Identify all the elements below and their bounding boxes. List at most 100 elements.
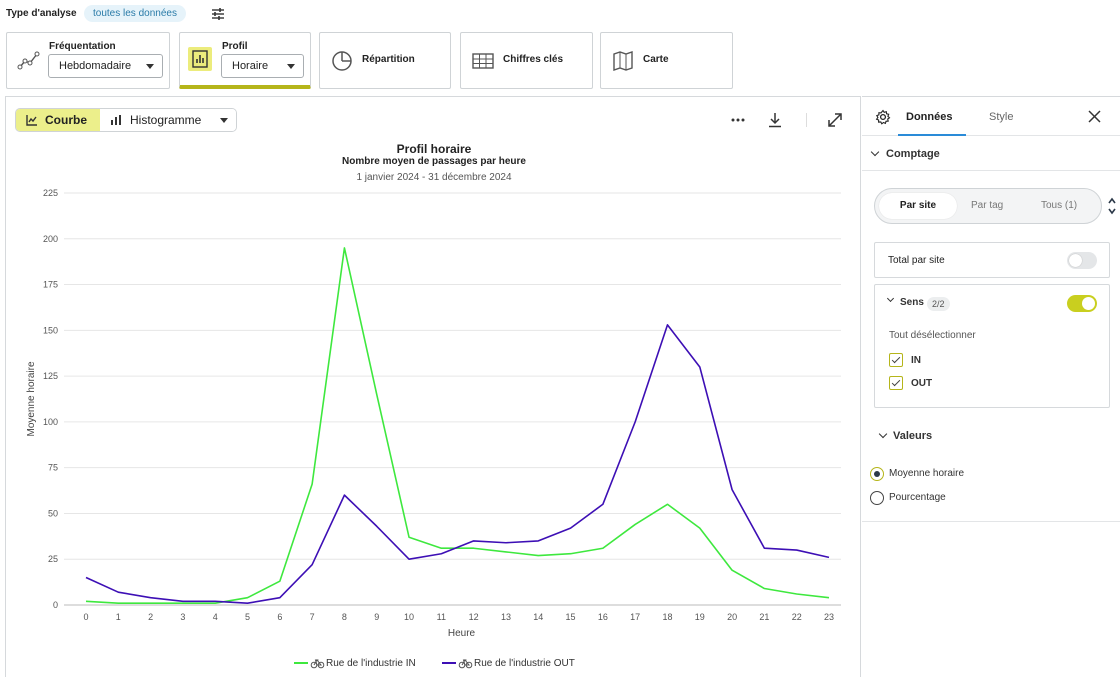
x-tick-label: 0	[83, 612, 88, 622]
x-tick-label: 8	[342, 612, 347, 622]
x-tick-label: 6	[277, 612, 282, 622]
panel-tabs: Données Style	[862, 97, 1120, 136]
x-tick-label: 4	[213, 612, 218, 622]
x-tick-label: 7	[310, 612, 315, 622]
y-tick-label: 200	[43, 234, 58, 244]
x-tick-label: 15	[566, 612, 576, 622]
checkbox-in-label: IN	[911, 355, 921, 366]
toggle-knob	[1082, 297, 1095, 310]
y-axis-label: Moyenne horaire	[26, 361, 37, 436]
y-tick-label: 125	[43, 371, 58, 381]
y-tick-label: 0	[53, 600, 58, 610]
x-tick-label: 14	[533, 612, 543, 622]
card-carte[interactable]: Carte	[600, 32, 733, 89]
card-title: Fréquentation	[49, 41, 116, 52]
deselect-all-link[interactable]: Tout désélectionner	[889, 330, 976, 341]
y-tick-label: 225	[43, 188, 58, 198]
sens-label: Sens	[900, 297, 924, 308]
legend-label: Rue de l'industrie OUT	[474, 658, 575, 669]
settings-panel: Données Style Comptage Par site Par tag …	[862, 96, 1120, 677]
chevron-down-icon[interactable]	[886, 294, 895, 303]
x-tick-label: 1	[116, 612, 121, 622]
option-par-site[interactable]: Par site	[879, 193, 957, 219]
dropdown-value: Horaire	[232, 60, 269, 72]
section-valeurs-header[interactable]: Valeurs	[862, 419, 1120, 453]
caret-down-icon	[287, 64, 295, 69]
pie-icon	[332, 51, 352, 71]
card-title: Carte	[643, 54, 669, 65]
legend-label: Rue de l'industrie IN	[326, 658, 416, 669]
total-par-site-label: Total par site	[888, 255, 945, 266]
filter-settings-icon[interactable]	[210, 6, 226, 22]
grouping-switch: Par site Par tag Tous (1)	[874, 188, 1102, 224]
x-tick-label: 17	[630, 612, 640, 622]
dropdown-value: Hebdomadaire	[59, 60, 132, 72]
y-tick-label: 150	[43, 325, 58, 335]
chevron-down-icon	[878, 429, 888, 439]
table-icon	[472, 53, 494, 69]
x-tick-label: 22	[792, 612, 802, 622]
radio-moyenne-horaire[interactable]	[870, 467, 884, 481]
checkbox-out[interactable]	[889, 376, 903, 390]
option-par-tag[interactable]: Par tag	[971, 193, 1003, 219]
x-tick-label: 21	[759, 612, 769, 622]
section-title: Comptage	[886, 148, 940, 160]
total-par-site-row: Total par site	[874, 242, 1110, 278]
card-repartition[interactable]: Répartition	[319, 32, 451, 89]
x-tick-label: 20	[727, 612, 737, 622]
section-title: Valeurs	[893, 430, 933, 442]
map-icon	[613, 51, 633, 71]
total-par-site-toggle[interactable]	[1067, 252, 1097, 269]
card-chiffres-cles[interactable]: Chiffres clés	[460, 32, 593, 89]
option-tous[interactable]: Tous (1)	[1041, 193, 1077, 219]
card-title: Profil	[222, 41, 248, 52]
x-tick-label: 11	[437, 612, 446, 622]
radio-pourcentage-label: Pourcentage	[889, 492, 946, 503]
tab-style[interactable]: Style	[989, 111, 1013, 123]
radio-pourcentage[interactable]	[870, 491, 884, 505]
y-tick-label: 100	[43, 417, 58, 427]
x-tick-label: 19	[695, 612, 705, 622]
card-title: Chiffres clés	[503, 54, 564, 65]
y-tick-label: 25	[48, 554, 58, 564]
x-tick-label: 2	[148, 612, 153, 622]
checkbox-in[interactable]	[889, 353, 903, 367]
x-tick-label: 13	[501, 612, 511, 622]
sens-count-badge: 2/2	[927, 297, 950, 311]
close-icon[interactable]	[1088, 110, 1101, 123]
y-tick-label: 175	[43, 280, 58, 290]
card-title: Répartition	[362, 54, 415, 65]
x-tick-label: 10	[404, 612, 414, 622]
x-tick-label: 12	[469, 612, 479, 622]
scroll-arrows-icon[interactable]	[1107, 196, 1117, 216]
chevron-down-icon	[870, 147, 880, 157]
radio-moyenne-horaire-label: Moyenne horaire	[889, 468, 965, 479]
profile-dropdown[interactable]: Horaire	[221, 54, 304, 78]
x-tick-label: 5	[245, 612, 250, 622]
chart-panel: Courbe Histogramme Profil horaire Nombre…	[5, 96, 861, 677]
bar-profile-icon	[188, 47, 212, 71]
card-profil[interactable]: Profil Horaire	[179, 32, 311, 89]
sens-toggle[interactable]	[1067, 295, 1097, 312]
bicycle-icon	[458, 659, 473, 669]
x-tick-label: 23	[824, 612, 834, 622]
panel-divider	[862, 521, 1120, 522]
line-trend-icon	[17, 51, 40, 70]
y-tick-label: 75	[48, 463, 58, 473]
x-axis-label: Heure	[448, 628, 476, 639]
card-frequentation[interactable]: Fréquentation Hebdomadaire	[6, 32, 170, 89]
section-comptage-header[interactable]: Comptage	[862, 137, 1120, 171]
checkbox-out-label: OUT	[911, 378, 933, 389]
analysis-type-label: Type d'analyse	[6, 8, 77, 19]
y-tick-label: 50	[48, 508, 58, 518]
analysis-type-bar: Type d'analyse toutes les données	[0, 0, 1120, 28]
series-line-out	[85, 324, 830, 604]
series-line-in	[85, 247, 830, 604]
gear-icon	[875, 109, 891, 125]
x-tick-label: 18	[662, 612, 672, 622]
tab-donnees[interactable]: Données	[906, 111, 952, 123]
toggle-knob	[1069, 254, 1082, 267]
data-filter-pill[interactable]: toutes les données	[84, 5, 186, 22]
active-tab-underline	[898, 134, 966, 136]
frequency-dropdown[interactable]: Hebdomadaire	[48, 54, 163, 78]
